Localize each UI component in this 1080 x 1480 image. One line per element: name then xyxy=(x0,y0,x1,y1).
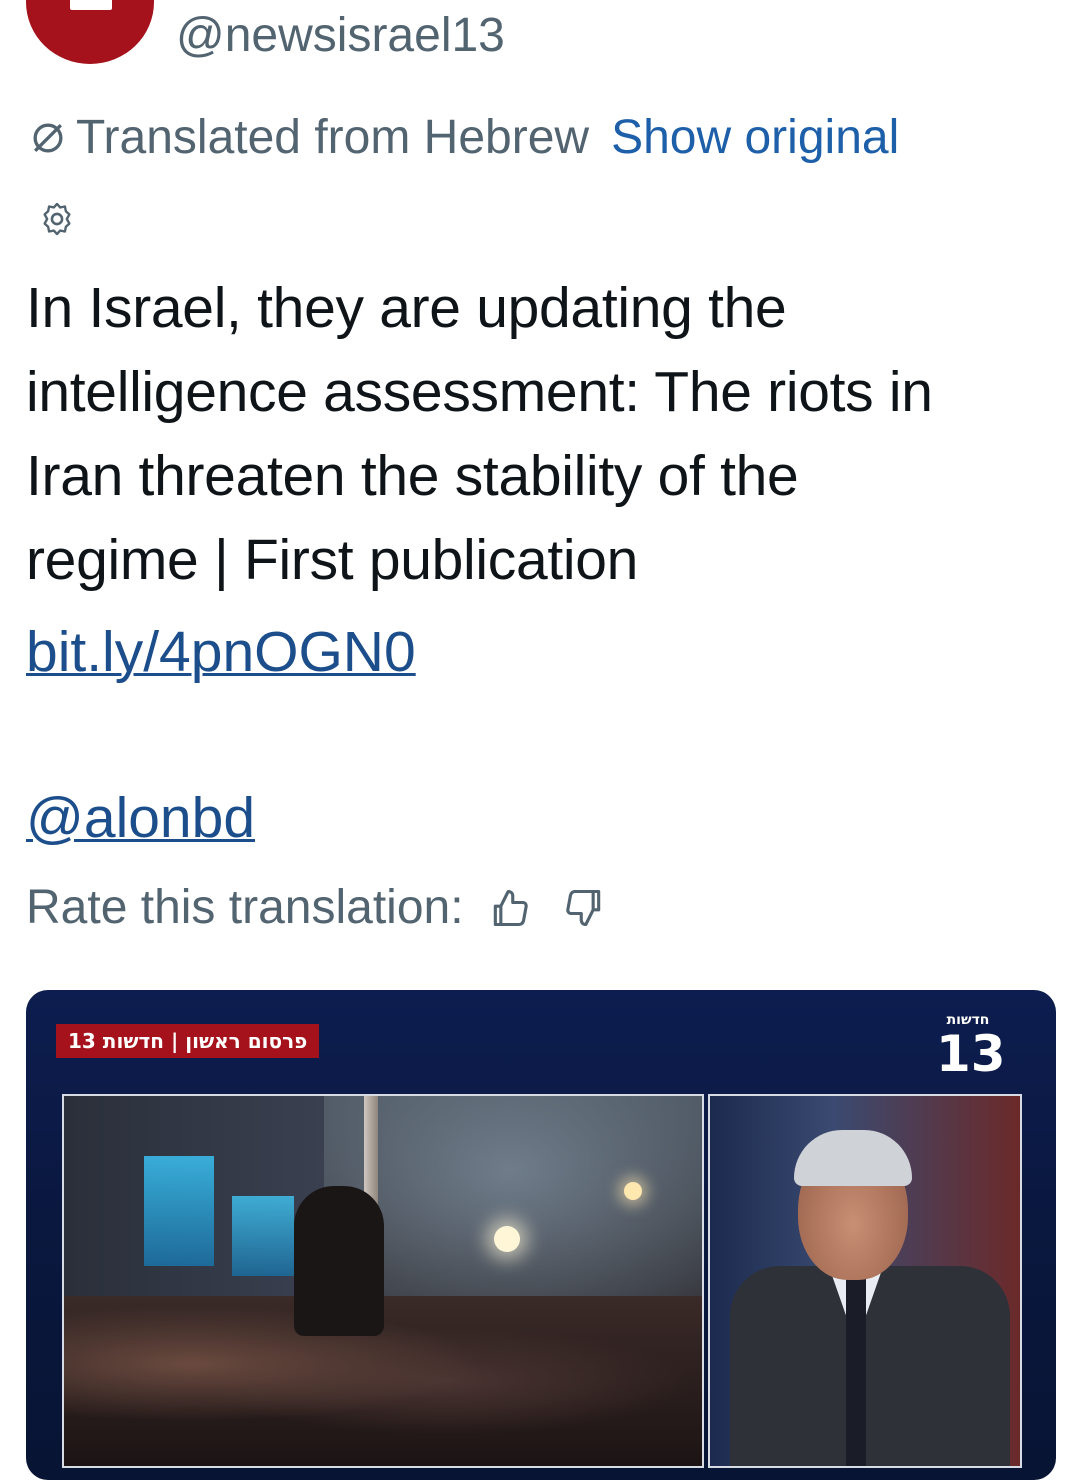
lit-window xyxy=(144,1156,214,1266)
commentator-hair xyxy=(794,1130,912,1186)
tweet-line: Iran threaten the stability of the xyxy=(26,444,799,508)
channel-logo-number: 13 xyxy=(936,1025,1006,1083)
tweet-body: In Israel, they are updating the intelli… xyxy=(26,266,1056,602)
tweet-line: intelligence assessment: The riots in xyxy=(26,360,933,424)
broadcast-banner: פרסום ראשון | חדשות 13 xyxy=(56,1024,320,1058)
channel-logo: חדשות 13 xyxy=(936,1012,1006,1083)
translate-icon xyxy=(33,123,63,153)
rate-translation: Rate this translation: xyxy=(26,876,606,940)
account-handle[interactable]: @newsisrael13 xyxy=(176,8,505,64)
tweet-line: In Israel, they are updating the xyxy=(26,276,787,340)
show-original-link[interactable]: Show original xyxy=(611,110,899,166)
media-video[interactable]: פרסום ראשון | חדשות 13 חדשות 13 xyxy=(26,990,1056,1480)
tweet-link[interactable]: bit.ly/4pnOGN0 xyxy=(26,610,416,694)
translated-from-label: Translated from Hebrew xyxy=(76,111,590,164)
street-light xyxy=(624,1182,642,1200)
thumbs-up-icon[interactable] xyxy=(488,886,532,930)
studio-commentator xyxy=(708,1094,1022,1468)
climbing-figure xyxy=(294,1186,384,1336)
rate-translation-label: Rate this translation: xyxy=(26,881,464,934)
protest-footage xyxy=(62,1094,704,1468)
translation-bar: Translated from Hebrew Show original xyxy=(26,110,899,166)
avatar-logo-mark xyxy=(70,0,112,10)
mention-link[interactable]: @alonbd xyxy=(26,776,255,860)
commentator-tie xyxy=(846,1276,866,1466)
tweet-line: regime | First publication xyxy=(26,528,639,592)
avatar[interactable] xyxy=(26,0,154,64)
street-light xyxy=(494,1226,520,1252)
gear-icon[interactable] xyxy=(38,200,76,238)
lit-window xyxy=(232,1196,294,1276)
thumbs-down-icon[interactable] xyxy=(562,886,606,930)
